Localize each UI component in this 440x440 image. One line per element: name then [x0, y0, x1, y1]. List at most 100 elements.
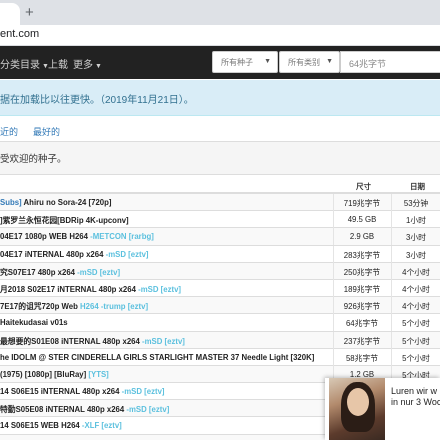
table-row[interactable]: Subs] Ahiru no Sora-24 [720p] 719兆字节 53分钟 [0, 194, 440, 212]
torrent-date: 1小时 [406, 216, 426, 226]
ad-text[interactable]: Luren wir w in nur 3 Woc [391, 386, 440, 408]
torrent-date: 53分钟 [403, 199, 429, 208]
ad-line-1: Luren wir w [391, 386, 438, 396]
torrent-name-link[interactable]: 04E17 iNTERNAL 480p x264 -mSD [eztv] [0, 250, 332, 259]
search-input-text: 64兆字节 [349, 59, 387, 69]
torrent-title[interactable]: 月2018 S02E17 iNTERNAL 480p x264 [0, 285, 138, 294]
torrent-title[interactable]: 究S07E17 480p x264 [0, 268, 77, 277]
tab-strip: × + [0, 0, 440, 25]
torrent-date: 5个小时 [402, 336, 430, 346]
table-row[interactable]: 7E17的诅咒720p Web H264 -trump [eztv] 926兆字节… [0, 297, 440, 315]
new-tab-button[interactable]: + [25, 5, 34, 20]
nav-categories-label: 分类目录 [0, 60, 40, 71]
torrent-title[interactable]: (1975) [1080p] [BluRay] [0, 370, 88, 379]
torrent-size: 237兆字节 [343, 336, 381, 346]
torrent-size: 2.9 GB [349, 232, 375, 242]
torrent-title[interactable]: Haitekudasai v01s [0, 318, 68, 327]
torrent-tag[interactable]: -METCON [rarbg] [90, 232, 154, 241]
torrent-title[interactable]: 04E17 iNTERNAL 480p x264 [0, 250, 106, 259]
torrent-name-link[interactable]: ]紫罗兰永恒花园[BDRip 4K-upconv] [0, 215, 332, 226]
ad-image[interactable] [329, 378, 385, 440]
category-filter-select[interactable]: 所有类别 ▼ [279, 51, 340, 73]
torrent-name-link[interactable]: Haitekudasai v01s [0, 318, 332, 327]
torrent-tag[interactable]: -XLF [eztv] [82, 421, 122, 430]
table-row[interactable]: Haitekudasai v01s 64兆字节 5个小时 [0, 314, 440, 332]
browser-tab[interactable]: × [0, 3, 20, 25]
nav-more-label: 更多 [73, 60, 93, 71]
column-header-size[interactable]: 尺寸 [356, 181, 371, 192]
torrent-size: 64兆字节 [345, 319, 379, 329]
table-row[interactable]: ]紫罗兰永恒花园[BDRip 4K-upconv] 49.5 GB 1小时 [0, 211, 440, 229]
ad-popup[interactable]: Luren wir w in nur 3 Woc [325, 378, 440, 440]
torrent-size: 58兆字节 [345, 353, 379, 363]
tab-recent[interactable]: 近的 [0, 125, 18, 138]
torrent-size: 283兆字节 [343, 250, 381, 260]
torrent-name-link[interactable]: Subs] Ahiru no Sora-24 [720p] [0, 198, 332, 207]
seed-filter-select[interactable]: 所有种子 ▼ [212, 51, 278, 73]
torrent-date: 5个小时 [402, 353, 430, 363]
torrent-tag[interactable]: H264 -trump [eztv] [80, 302, 148, 311]
torrent-name-link[interactable]: 14 S06E15 WEB H264 -XLF [eztv] [0, 421, 332, 430]
torrent-tag[interactable]: -mSD [eztv] [126, 405, 169, 414]
torrent-name-link[interactable]: 究S07E17 480p x264 -mSD [eztv] [0, 267, 332, 278]
torrent-title[interactable]: 14 S06E15 iNTERNAL 480p x264 [0, 387, 122, 396]
browser-window: × + ent.com 分类目录▼ 上载 更多▼ 所有种子 ▼ 所有类别 ▼ 6… [0, 0, 440, 440]
table-header: 尺寸 日期 [0, 176, 440, 194]
torrent-name-link[interactable]: he IDOLM @ STER CINDERELLA GIRLS STARLIG… [0, 353, 332, 362]
ad-line-2: in nur 3 Woc [391, 397, 440, 407]
column-header-date[interactable]: 日期 [410, 181, 425, 192]
table-row[interactable]: he IDOLM @ STER CINDERELLA GIRLS STARLIG… [0, 348, 440, 366]
info-panel: 受欢迎的种子。 [0, 142, 440, 175]
torrent-date: 4个小时 [402, 267, 430, 277]
torrent-title[interactable]: ]紫罗兰永恒花园[BDRip 4K-upconv] [0, 216, 129, 225]
torrent-date: 3小时 [406, 250, 426, 260]
torrent-tag[interactable]: -mSD [eztv] [138, 285, 181, 294]
table-row[interactable]: 究S07E17 480p x264 -mSD [eztv] 250兆字节 4个小时 [0, 262, 440, 280]
ad-face [347, 388, 369, 416]
table-row[interactable]: 04E17 iNTERNAL 480p x264 -mSD [eztv] 283兆… [0, 245, 440, 263]
torrent-title[interactable]: 14 S06E15 WEB H264 [0, 421, 82, 430]
table-row[interactable]: 04E17 1080p WEB H264 -METCON [rarbg] 2.9 … [0, 228, 440, 246]
url-text[interactable]: ent.com [0, 28, 39, 40]
nav-upload[interactable]: 上载 [48, 56, 68, 71]
info-text: 受欢迎的种子。 [0, 154, 67, 165]
torrent-name-link[interactable]: 04E17 1080p WEB H264 -METCON [rarbg] [0, 232, 332, 241]
torrent-name-link[interactable]: 最想要的S01E08 iNTERNAL 480p x264 -mSD [eztv… [0, 336, 332, 347]
torrent-date: 4个小时 [402, 302, 430, 312]
table-row[interactable]: 最想要的S01E08 iNTERNAL 480p x264 -mSD [eztv… [0, 331, 440, 349]
torrent-title[interactable]: 特勤S05E08 iNTERNAL 480p x264 [0, 405, 126, 414]
nav-more[interactable]: 更多 ▼ [73, 56, 102, 71]
torrent-title[interactable]: he IDOLM @ STER CINDERELLA GIRLS STARLIG… [0, 353, 314, 362]
torrent-name-link[interactable]: 7E17的诅咒720p Web H264 -trump [eztv] [0, 301, 332, 312]
torrent-category[interactable]: Subs] [0, 198, 22, 207]
chevron-down-icon: ▼ [326, 58, 333, 65]
torrent-title[interactable]: 04E17 1080p WEB H264 [0, 232, 90, 241]
torrent-tag[interactable]: -mSD [eztv] [77, 268, 120, 277]
chevron-down-icon: ▼ [264, 58, 271, 65]
nav-categories[interactable]: 分类目录 ▼ [0, 56, 49, 71]
torrent-title[interactable]: 最想要的S01E08 iNTERNAL 480p x264 [0, 337, 142, 346]
torrent-tag[interactable]: [YTS] [88, 370, 108, 379]
torrent-size: 189兆字节 [343, 284, 381, 294]
torrent-size: 250兆字节 [343, 267, 381, 277]
category-filter-value: 所有类别 [288, 58, 320, 67]
torrent-title[interactable]: 7E17的诅咒720p Web [0, 302, 80, 311]
search-input[interactable]: 64兆字节 [340, 51, 440, 73]
torrent-size: 719兆字节 [343, 199, 381, 208]
table-row[interactable]: 月2018 S02E17 iNTERNAL 480p x264 -mSD [ez… [0, 279, 440, 298]
torrent-date: 3小时 [406, 233, 426, 243]
torrent-tag[interactable]: -mSD [eztv] [142, 337, 185, 346]
torrent-name-link[interactable]: (1975) [1080p] [BluRay] [YTS] [0, 370, 332, 379]
torrent-name-link[interactable]: 月2018 S02E17 iNTERNAL 480p x264 -mSD [ez… [0, 284, 332, 295]
torrent-title[interactable]: Ahiru no Sora-24 [720p] [22, 198, 112, 207]
tab-best[interactable]: 最好的 [33, 125, 60, 138]
torrent-tag[interactable]: -mSD [eztv] [106, 250, 149, 259]
torrent-name-link[interactable]: 特勤S05E08 iNTERNAL 480p x264 -mSD [eztv] [0, 404, 332, 415]
torrent-name-link[interactable]: 14 S06E15 iNTERNAL 480p x264 -mSD [eztv] [0, 387, 332, 396]
torrent-size: 49.5 GB [347, 215, 377, 225]
torrent-date: 5个小时 [402, 319, 430, 329]
notice-banner: 据在加载比以往更快。（2019年11月21日）。 [0, 80, 440, 116]
address-bar[interactable]: ent.com [0, 25, 440, 46]
torrent-tag[interactable]: -mSD [eztv] [122, 387, 165, 396]
torrent-size: 926兆字节 [343, 302, 381, 312]
